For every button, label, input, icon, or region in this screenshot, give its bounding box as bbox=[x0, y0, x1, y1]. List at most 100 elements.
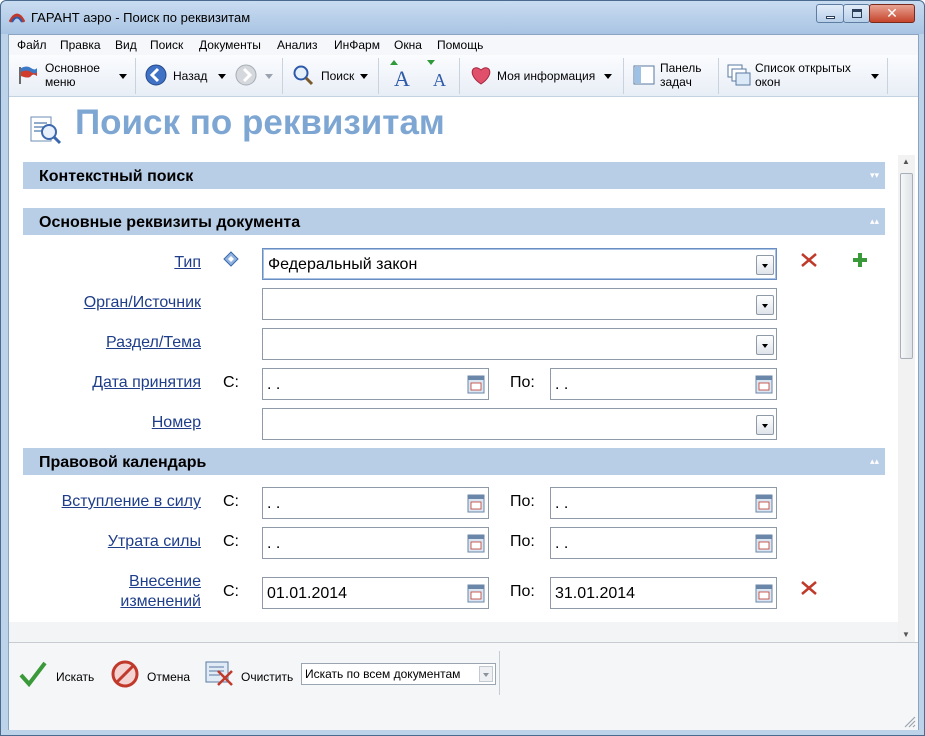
entry-into-force-from-field[interactable]: . . bbox=[262, 487, 489, 519]
calendar-icon[interactable] bbox=[755, 375, 773, 394]
amendments-from-field[interactable]: 01.01.2014 bbox=[262, 577, 489, 609]
menu-analysis[interactable]: Анализ bbox=[277, 38, 318, 52]
calendar-icon[interactable] bbox=[467, 494, 485, 513]
calendar-icon[interactable] bbox=[755, 584, 773, 603]
adoption-date-label-link[interactable]: Дата принятия bbox=[29, 374, 201, 392]
calendar-icon[interactable] bbox=[467, 375, 485, 394]
cancel-circle-icon[interactable] bbox=[110, 659, 140, 689]
section-context-search[interactable]: Контекстный поиск ▾▾ bbox=[23, 162, 885, 189]
adoption-date-to-field[interactable]: . . bbox=[550, 368, 777, 400]
scroll-up-arrow-icon[interactable]: ▲ bbox=[902, 157, 910, 166]
menu-search[interactable]: Поиск bbox=[150, 38, 183, 52]
menu-view[interactable]: Вид bbox=[115, 38, 137, 52]
calendar-icon[interactable] bbox=[755, 534, 773, 553]
windows-list-icon[interactable] bbox=[727, 64, 751, 86]
main-menu-chevron-down-icon[interactable] bbox=[119, 74, 127, 79]
maximize-icon bbox=[852, 9, 862, 18]
section-legal-calendar[interactable]: Правовой календарь ▴▴ bbox=[23, 448, 885, 475]
toolbar-separator bbox=[135, 58, 136, 94]
collapse-chevron-icon[interactable]: ▴▴ bbox=[870, 456, 879, 467]
search-action-button[interactable]: Искать bbox=[56, 670, 94, 684]
taskbar-panel-icon[interactable] bbox=[633, 65, 655, 85]
type-combo[interactable]: Федеральный закон bbox=[262, 248, 777, 280]
clear-form-icon[interactable] bbox=[204, 659, 234, 687]
open-windows-label-line1: Список открытых bbox=[755, 61, 851, 75]
entry-into-force-to-field[interactable]: . . bbox=[550, 487, 777, 519]
back-button[interactable]: Назад bbox=[173, 69, 207, 83]
forward-arrow-icon[interactable] bbox=[235, 64, 257, 86]
section-topic-dropdown-button[interactable] bbox=[756, 335, 774, 355]
amendments-label-link[interactable]: Внесение изменений bbox=[29, 572, 201, 612]
increase-font-icon[interactable]: A bbox=[388, 60, 414, 90]
search-scope-dropdown-button[interactable] bbox=[479, 666, 493, 682]
open-windows-button[interactable]: Список открытых окон bbox=[755, 61, 851, 89]
number-label-link[interactable]: Номер bbox=[29, 414, 201, 432]
section-topic-combo[interactable] bbox=[262, 328, 777, 360]
open-windows-chevron-down-icon[interactable] bbox=[871, 74, 879, 79]
toolbar-separator bbox=[378, 58, 379, 94]
heart-icon[interactable] bbox=[470, 65, 492, 85]
back-arrow-icon[interactable] bbox=[145, 64, 167, 86]
bottom-action-bar: Искать Отмена Очистить Искать по всем до… bbox=[9, 642, 918, 730]
menu-file[interactable]: Файл bbox=[17, 38, 47, 52]
title-bar[interactable]: ГАРАНТ аэро - Поиск по реквизитам ✕ bbox=[1, 1, 924, 34]
my-info-chevron-down-icon[interactable] bbox=[604, 74, 612, 79]
entry-into-force-label-link[interactable]: Вступление в силу bbox=[29, 493, 201, 511]
scroll-down-arrow-icon[interactable]: ▼ bbox=[902, 630, 910, 639]
garant-app-icon bbox=[9, 13, 25, 23]
type-label-link[interactable]: Тип bbox=[109, 254, 201, 272]
loss-of-force-label-link[interactable]: Утрата силы bbox=[29, 533, 201, 551]
clear-x-icon[interactable] bbox=[800, 580, 818, 596]
calendar-icon[interactable] bbox=[755, 494, 773, 513]
calendar-icon[interactable] bbox=[467, 534, 485, 553]
section-main-requisites[interactable]: Основные реквизиты документа ▴▴ bbox=[23, 208, 885, 235]
calendar-icon[interactable] bbox=[467, 584, 485, 603]
diamond-filter-icon[interactable] bbox=[223, 251, 239, 267]
menu-documents[interactable]: Документы bbox=[199, 38, 261, 52]
clear-action-button[interactable]: Очистить bbox=[241, 670, 293, 684]
main-menu-button[interactable]: Основное меню bbox=[45, 61, 100, 89]
entry-into-force-to-value: . . bbox=[555, 495, 569, 512]
search-scope-select[interactable]: Искать по всем документам bbox=[301, 663, 496, 685]
menu-help[interactable]: Помощь bbox=[437, 38, 483, 52]
main-menu-label-line2: меню bbox=[45, 75, 76, 89]
forward-chevron-down-icon[interactable] bbox=[265, 74, 273, 79]
close-button[interactable]: ✕ bbox=[869, 4, 915, 23]
open-windows-label-line2: окон bbox=[755, 75, 781, 89]
magnifier-icon[interactable] bbox=[292, 64, 314, 86]
loss-of-force-from-field[interactable]: . . bbox=[262, 527, 489, 559]
number-dropdown-button[interactable] bbox=[756, 415, 774, 435]
taskbar-button[interactable]: Панель задач bbox=[660, 61, 701, 89]
menu-windows[interactable]: Окна bbox=[394, 38, 422, 52]
chevron-down-icon bbox=[762, 264, 768, 268]
type-dropdown-button[interactable] bbox=[756, 255, 774, 275]
menu-edit[interactable]: Правка bbox=[60, 38, 101, 52]
menu-infarm[interactable]: ИнФарм bbox=[334, 38, 380, 52]
loss-of-force-to-field[interactable]: . . bbox=[550, 527, 777, 559]
vertical-scrollbar[interactable]: ▲ ▼ bbox=[898, 155, 915, 642]
search-button[interactable]: Поиск bbox=[321, 69, 354, 83]
amendments-to-field[interactable]: 31.01.2014 bbox=[550, 577, 777, 609]
add-plus-icon[interactable] bbox=[851, 251, 869, 269]
my-info-button[interactable]: Моя информация bbox=[497, 69, 595, 83]
scrollbar-thumb[interactable] bbox=[900, 173, 913, 359]
flag-icon bbox=[19, 66, 37, 84]
collapse-chevron-icon[interactable]: ▴▴ bbox=[870, 216, 879, 227]
minimize-button[interactable] bbox=[816, 4, 844, 23]
resize-grip-icon[interactable] bbox=[902, 714, 916, 728]
organ-combo[interactable] bbox=[262, 288, 777, 320]
search-chevron-down-icon[interactable] bbox=[360, 74, 368, 79]
number-combo[interactable] bbox=[262, 408, 777, 440]
back-chevron-down-icon[interactable] bbox=[218, 74, 226, 79]
organ-dropdown-button[interactable] bbox=[756, 295, 774, 315]
adoption-date-from-field[interactable]: . . bbox=[262, 368, 489, 400]
maximize-button[interactable] bbox=[843, 4, 870, 23]
cancel-action-button[interactable]: Отмена bbox=[147, 670, 190, 684]
expand-chevron-icon[interactable]: ▾▾ bbox=[870, 170, 879, 181]
amendments-label-line1: Внесение bbox=[129, 573, 201, 590]
checkmark-icon[interactable] bbox=[19, 661, 47, 687]
section-topic-label-link[interactable]: Раздел/Тема bbox=[29, 334, 201, 352]
decrease-font-icon[interactable]: A bbox=[425, 60, 451, 90]
organ-label-link[interactable]: Орган/Источник bbox=[29, 294, 201, 312]
clear-x-icon[interactable] bbox=[800, 252, 818, 268]
